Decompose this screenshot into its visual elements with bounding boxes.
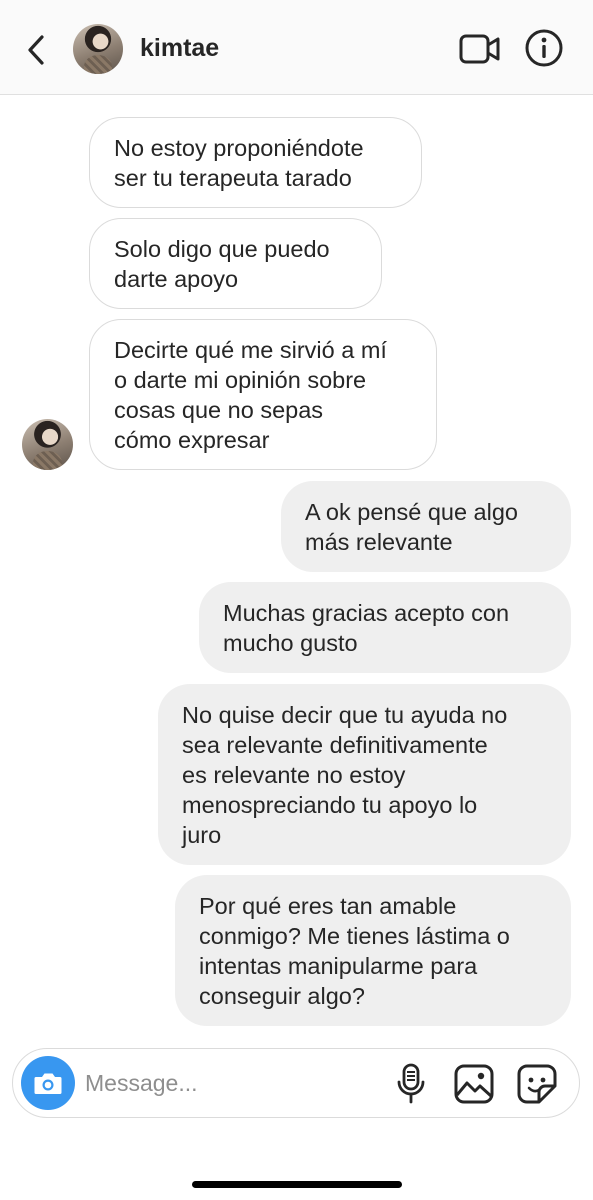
gallery-button[interactable]: [453, 1063, 495, 1105]
video-call-button[interactable]: [458, 30, 502, 68]
info-button[interactable]: [524, 28, 564, 68]
message-bubble-incoming[interactable]: No estoy proponiéndote ser tu terapeuta …: [89, 117, 422, 208]
camera-button[interactable]: [21, 1056, 75, 1110]
message-bubble-incoming[interactable]: Solo digo que puedo darte apoyo: [89, 218, 382, 309]
chat-username[interactable]: kimtae: [140, 34, 219, 63]
message-bubble-outgoing[interactable]: A ok pensé que algo más relevante: [281, 481, 571, 572]
message-text: No estoy proponiéndote ser tu terapeuta …: [114, 134, 364, 191]
back-button[interactable]: [18, 30, 54, 70]
message-bubble-incoming[interactable]: Decirte qué me sirvió a mí o darte mi op…: [89, 319, 437, 470]
sender-avatar[interactable]: [22, 419, 73, 470]
voice-message-button[interactable]: [395, 1063, 427, 1105]
camera-icon: [34, 1073, 62, 1094]
chevron-left-icon: [28, 35, 44, 65]
message-text: No quise decir que tu ayuda no sea relev…: [182, 701, 508, 848]
message-bubble-outgoing[interactable]: Muchas gracias acepto con mucho gusto: [199, 582, 571, 673]
sticker-icon: [517, 1064, 557, 1104]
message-bubble-outgoing[interactable]: No quise decir que tu ayuda no sea relev…: [158, 684, 571, 865]
gallery-icon: [454, 1064, 494, 1104]
message-input[interactable]: [85, 1063, 375, 1103]
message-text: Solo digo que puedo darte apoyo: [114, 235, 330, 292]
header-avatar[interactable]: [73, 24, 123, 74]
home-indicator: [192, 1181, 402, 1188]
message-text: Muchas gracias acepto con mucho gusto: [223, 599, 510, 656]
sticker-button[interactable]: [516, 1063, 558, 1105]
microphone-icon: [397, 1063, 425, 1104]
chat-header: kimtae: [0, 0, 593, 95]
message-bubble-outgoing[interactable]: Por qué eres tan amable conmigo? Me tien…: [175, 875, 571, 1026]
message-text: Por qué eres tan amable conmigo? Me tien…: [199, 892, 510, 1009]
info-icon: [525, 29, 563, 67]
video-camera-icon: [459, 34, 500, 64]
message-text: A ok pensé que algo más relevante: [305, 498, 518, 555]
message-text: Decirte qué me sirvió a mí o darte mi op…: [114, 336, 387, 453]
message-composer: [12, 1048, 580, 1118]
